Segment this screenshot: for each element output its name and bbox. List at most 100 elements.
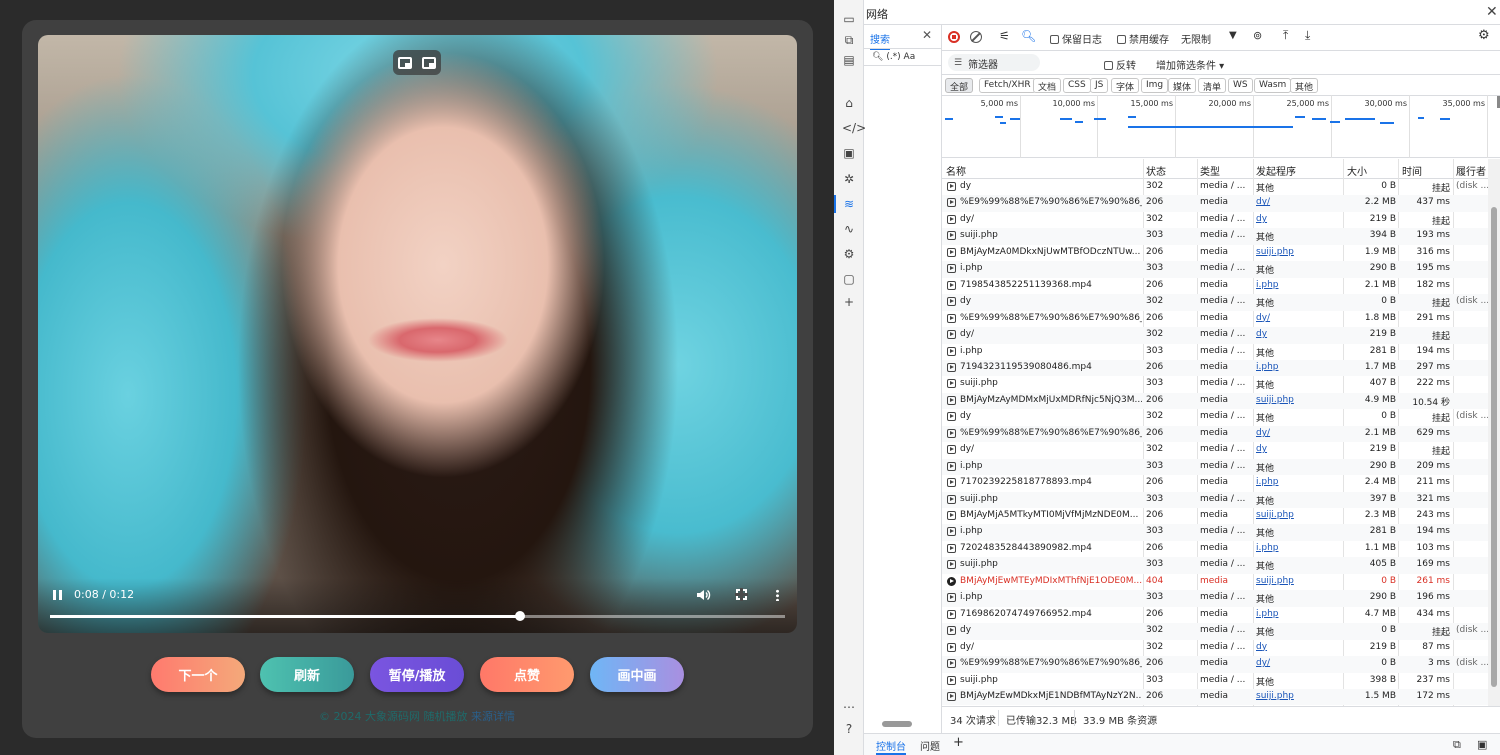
- clear-icon[interactable]: [970, 31, 982, 43]
- help-icon[interactable]: ?: [842, 722, 856, 736]
- search-options[interactable]: (.*) Aa: [886, 52, 915, 62]
- like-button[interactable]: 点赞: [480, 657, 574, 692]
- export-icon[interactable]: ⤓: [1305, 28, 1310, 43]
- table-row[interactable]: dy 302 media / ... 其他 0 B 挂起 (disk ...: [942, 409, 1488, 426]
- table-row[interactable]: suiji.php 303 media / ... 其他 407 B 222 ms: [942, 376, 1488, 393]
- request-initiator[interactable]: dy/: [1256, 658, 1341, 668]
- table-row[interactable]: i.php 303 media / ... 其他 290 B 209 ms: [942, 458, 1488, 476]
- request-initiator[interactable]: suiji.php: [1256, 395, 1341, 405]
- volume-icon[interactable]: [697, 589, 711, 601]
- table-row[interactable]: suiji.php 303 media / ... 其他 397 B 321 ms: [942, 491, 1488, 509]
- table-row[interactable]: i.php 303 media / ... 其他 281 B 194 ms: [942, 524, 1488, 541]
- search-scroll-thumb[interactable]: [882, 721, 912, 727]
- chevron-down-icon[interactable]: ▼: [1229, 30, 1237, 41]
- performance-icon[interactable]: ∿: [842, 222, 856, 236]
- elements-icon[interactable]: </>: [842, 121, 866, 135]
- search-icon[interactable]: 🔍︎: [1021, 29, 1036, 43]
- home-icon[interactable]: ⌂: [842, 96, 856, 110]
- search-scrollbar[interactable]: [872, 720, 934, 728]
- table-row[interactable]: %E9%99%88%E7%90%86%E7%90%86_7... 206 media…: [942, 311, 1488, 328]
- throttle-select[interactable]: 无限制: [1181, 31, 1211, 46]
- column-time[interactable]: 时间: [1402, 163, 1422, 178]
- request-initiator[interactable]: dy: [1256, 642, 1341, 652]
- request-initiator[interactable]: i.php: [1256, 609, 1341, 619]
- exit-pip-icon[interactable]: [398, 56, 412, 69]
- add-tab-icon[interactable]: +: [953, 735, 964, 750]
- type-filter-manifest[interactable]: 清单: [1198, 78, 1227, 93]
- filter-funnel-icon[interactable]: ⚟: [999, 29, 1010, 43]
- column-name[interactable]: 名称: [946, 163, 966, 178]
- type-filter-wasm[interactable]: Wasm: [1254, 78, 1292, 93]
- table-row[interactable]: 7169862074749766952.mp4 206 media i.php 4.7 …: [942, 607, 1488, 624]
- console-icon[interactable]: ▣: [842, 146, 856, 160]
- pause-icon[interactable]: [53, 590, 62, 600]
- column-size[interactable]: 大小: [1347, 163, 1367, 178]
- next-button[interactable]: 下一个: [151, 657, 245, 692]
- table-row[interactable]: suiji.php 303 media / ... 其他 398 B 237 ms: [942, 673, 1488, 690]
- application-icon[interactable]: ▢: [842, 272, 856, 286]
- more-options-icon[interactable]: [776, 589, 779, 601]
- type-filter-fetch-xhr[interactable]: Fetch/XHR: [979, 78, 1036, 93]
- table-row[interactable]: BMjAyMjA5MTkyMTI0MjVfMjMzNDE0M... 206 medi…: [942, 508, 1488, 525]
- table-row[interactable]: i.php 303 media / ... 其他 290 B 196 ms: [942, 590, 1488, 607]
- column-type[interactable]: 类型: [1200, 163, 1220, 178]
- sources-bug-icon[interactable]: ✲: [842, 172, 856, 186]
- import-icon[interactable]: ⤒: [1283, 28, 1288, 43]
- table-row[interactable]: %E9%99%88%E7%90%86%E7%90%86_7... 206 media…: [942, 425, 1488, 443]
- network-conditions-icon[interactable]: ⊚: [1253, 29, 1262, 42]
- dock-icon[interactable]: ⧉: [1453, 738, 1461, 752]
- more-tools-icon[interactable]: ⋯: [842, 700, 856, 714]
- search-close-icon[interactable]: ✕: [922, 28, 932, 42]
- type-filter-js[interactable]: JS: [1090, 78, 1109, 93]
- table-scroll-thumb[interactable]: [1491, 207, 1497, 687]
- preserve-log-checkbox[interactable]: 保留日志: [1050, 31, 1102, 46]
- table-row[interactable]: dy 302 media / ... 其他 0 B 挂起 (disk ...: [942, 294, 1488, 311]
- request-initiator[interactable]: suiji.php: [1256, 510, 1341, 520]
- request-initiator[interactable]: i.php: [1256, 477, 1341, 487]
- refresh-button[interactable]: 刷新: [260, 657, 354, 692]
- invert-checkbox[interactable]: 反转: [1104, 57, 1136, 72]
- column-status[interactable]: 状态: [1146, 163, 1166, 178]
- table-row[interactable]: %E9%99%88%E7%90%86%E7%90%86_7... 206 media…: [942, 195, 1488, 212]
- table-row[interactable]: dy 302 media / ... 其他 0 B 挂起 (disk ...: [942, 179, 1488, 196]
- video-progress-bar[interactable]: [50, 611, 785, 621]
- type-filter-ws[interactable]: WS: [1228, 78, 1253, 93]
- type-filter-css[interactable]: CSS: [1063, 78, 1091, 93]
- disable-cache-checkbox[interactable]: 禁用缓存: [1117, 31, 1169, 46]
- table-row[interactable]: BMjAyMzA0MDkxNjUwMTBfODczNTUw... 206 media…: [942, 245, 1488, 262]
- pip-button[interactable]: 画中画: [590, 657, 684, 692]
- settings-gear-icon[interactable]: ⚙: [842, 247, 856, 261]
- column-initiator[interactable]: 发起程序: [1256, 163, 1296, 178]
- table-row[interactable]: i.php 303 media / ... 其他 281 B 194 ms: [942, 344, 1488, 361]
- request-initiator[interactable]: dy/: [1256, 197, 1341, 207]
- more-filters-dropdown[interactable]: 增加筛选条件 ▾: [1156, 57, 1224, 72]
- request-initiator[interactable]: suiji.php: [1256, 691, 1341, 701]
- add-panel-icon[interactable]: +: [842, 295, 856, 309]
- table-row[interactable]: 7194323119539080486.mp4 206 media i.php 1.7 …: [942, 359, 1488, 377]
- table-row[interactable]: dy/302 media / ... dy 219 B 挂起: [942, 327, 1488, 344]
- search-options-row[interactable]: 🔍︎ (.*) Aa: [864, 48, 942, 66]
- pause-play-button[interactable]: 暂停/播放: [370, 657, 464, 692]
- request-initiator[interactable]: i.php: [1256, 280, 1341, 290]
- request-initiator[interactable]: dy/: [1256, 428, 1341, 438]
- type-filter-media[interactable]: 媒体: [1168, 78, 1197, 93]
- table-row[interactable]: dy 302 media / ... 其他 0 B 挂起 (disk ...: [942, 623, 1488, 640]
- table-row[interactable]: suiji.php 303 media / ... 其他 405 B 169 ms: [942, 557, 1488, 574]
- tab-issues[interactable]: 问题: [920, 738, 940, 753]
- record-stop-icon[interactable]: [948, 31, 960, 43]
- footer-link[interactable]: 来源详情: [471, 710, 515, 723]
- window-icon[interactable]: ▤: [842, 53, 856, 67]
- video-frame[interactable]: [38, 35, 797, 633]
- table-row[interactable]: BMjAyMzEwMDkxMjE1NDBfMTAyNzY2N... 206 medi…: [942, 688, 1488, 706]
- close-icon[interactable]: ✕: [1486, 4, 1498, 20]
- request-initiator[interactable]: i.php: [1256, 362, 1341, 372]
- table-row[interactable]: dy/302 media / ... dy 219 B 挂起: [942, 442, 1488, 459]
- table-row[interactable]: dy/302 media / ... dy 219 B 87 ms: [942, 640, 1488, 657]
- inspect-icon[interactable]: ⧉: [842, 33, 856, 47]
- close-drawer-icon[interactable]: ▣: [1477, 738, 1487, 751]
- table-row[interactable]: 7170239225818778893.mp4 206 media i.php 2.4 …: [942, 475, 1488, 492]
- table-row[interactable]: 7198543852251139368.mp4 206 media i.php 2.1 …: [942, 278, 1488, 295]
- request-initiator[interactable]: dy: [1256, 214, 1341, 224]
- fullscreen-icon[interactable]: [735, 588, 748, 601]
- request-initiator[interactable]: dy: [1256, 329, 1341, 339]
